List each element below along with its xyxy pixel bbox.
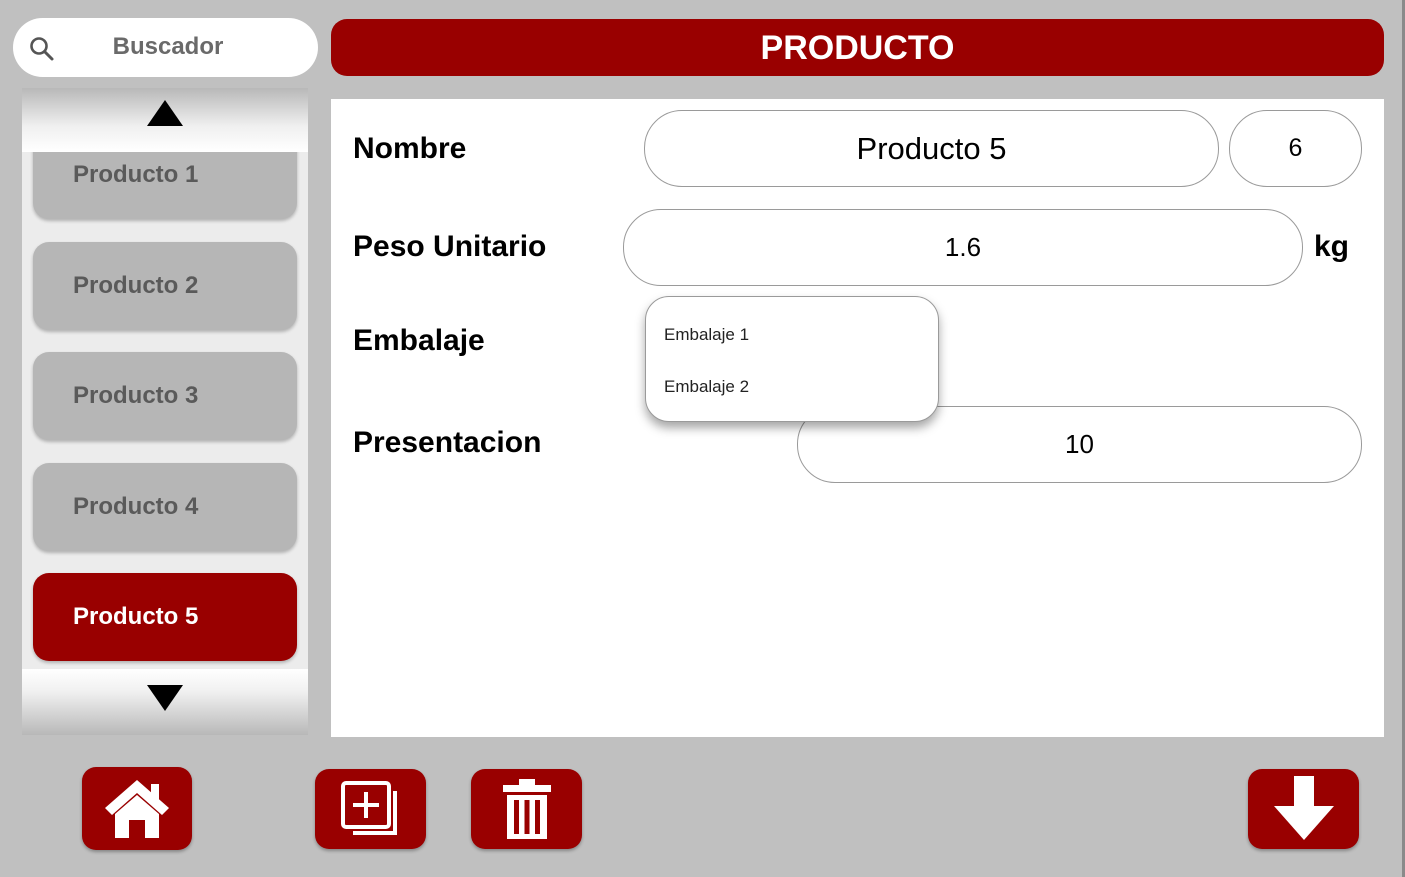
list-item-producto-2[interactable]: Producto 2 [33, 242, 297, 330]
peso-unit: kg [1314, 230, 1350, 263]
list-item-producto-3[interactable]: Producto 3 [33, 352, 297, 440]
product-list[interactable]: Producto 1 Producto 2 Producto 3 Product… [22, 88, 308, 735]
peso-label: Peso Unitario [353, 230, 547, 263]
scroll-up-button[interactable] [22, 88, 308, 152]
search-icon [30, 37, 54, 61]
list-item-label: Producto 4 [73, 493, 199, 520]
list-item-label: Producto 5 [73, 603, 199, 630]
nombre-label: Nombre [353, 132, 467, 165]
nombre-value: Producto 5 [856, 130, 1007, 166]
list-item-label: Producto 3 [73, 382, 199, 409]
product-id-field[interactable]: 6 [1229, 110, 1362, 187]
embalaje-label: Embalaje [353, 324, 485, 357]
embalaje-dropdown[interactable]: Embalaje 1 Embalaje 2 [645, 296, 939, 422]
list-item-label: Producto 2 [73, 272, 199, 299]
list-item-producto-4[interactable]: Producto 4 [33, 463, 297, 551]
add-copy-icon [340, 781, 397, 835]
page-title: PRODUCTO [331, 19, 1384, 76]
home-icon [105, 779, 169, 838]
arrow-down-icon [1273, 776, 1334, 840]
embalaje-option-1[interactable]: Embalaje 1 [664, 325, 749, 345]
add-button[interactable] [315, 769, 426, 849]
search-input[interactable] [63, 30, 273, 64]
delete-button[interactable] [471, 769, 582, 849]
peso-field[interactable]: 1.6 [623, 209, 1303, 286]
list-item-label: Producto 1 [73, 161, 199, 188]
presentacion-value: 10 [1065, 429, 1094, 459]
arrow-up-icon [147, 100, 183, 126]
nombre-field[interactable]: Producto 5 [644, 110, 1219, 187]
product-form: Nombre Producto 5 6 Peso Unitario 1.6 kg… [331, 99, 1384, 737]
scroll-down-button[interactable] [22, 669, 308, 735]
arrow-down-icon [147, 685, 183, 711]
list-item-producto-5[interactable]: Producto 5 [33, 573, 297, 661]
home-button[interactable] [82, 767, 192, 850]
save-button[interactable] [1248, 769, 1359, 849]
presentacion-label: Presentacion [353, 426, 542, 459]
product-id-value: 6 [1288, 134, 1303, 162]
peso-value: 1.6 [944, 232, 982, 262]
trash-icon [502, 779, 551, 839]
embalaje-option-2[interactable]: Embalaje 2 [664, 377, 749, 397]
search-box[interactable] [13, 18, 318, 77]
